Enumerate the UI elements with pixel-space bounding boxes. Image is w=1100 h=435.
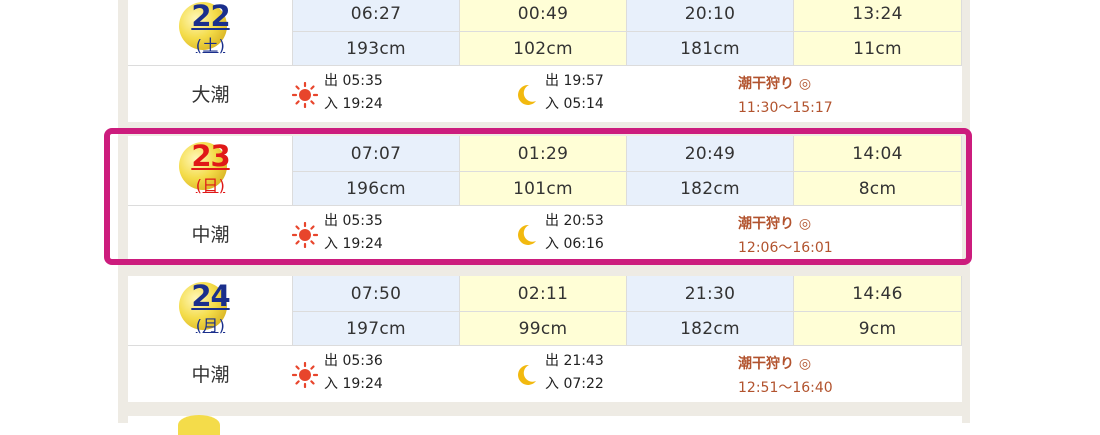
day-of-week: (土) bbox=[195, 36, 226, 55]
high-tide-height: 181cm bbox=[627, 32, 794, 66]
sunset-time: 入 19:24 bbox=[324, 376, 383, 392]
high-tide-time: 06:27 bbox=[293, 0, 460, 32]
day-row-22: 22 (土) 06:27 00:49 20:10 13:24 193cm 102… bbox=[128, 0, 962, 122]
moonset-time: 入 07:22 bbox=[545, 376, 604, 392]
clam-digging-rating: 潮干狩り ◎ bbox=[738, 76, 812, 92]
day-number-link[interactable]: 24 bbox=[128, 279, 293, 313]
low-tide-height: 99cm bbox=[460, 312, 627, 346]
highlight-box bbox=[104, 128, 972, 265]
sunrise-time: 出 05:36 bbox=[324, 353, 383, 369]
date-cell: 24 (月) bbox=[128, 276, 293, 346]
moon-phase-icon bbox=[178, 415, 220, 435]
high-tide-time: 21:30 bbox=[627, 276, 794, 312]
sun-icon bbox=[292, 362, 318, 388]
high-tide-time: 07:50 bbox=[293, 276, 460, 312]
high-tide-height: 197cm bbox=[293, 312, 460, 346]
day-row-next bbox=[128, 416, 962, 423]
moon-icon bbox=[518, 364, 536, 385]
clam-digging-time: 12:51〜16:40 bbox=[738, 380, 833, 396]
sunset-time: 入 19:24 bbox=[324, 96, 383, 112]
sun-icon bbox=[292, 82, 318, 108]
high-tide-time: 20:10 bbox=[627, 0, 794, 32]
low-tide-time: 13:24 bbox=[794, 0, 962, 32]
high-tide-height: 193cm bbox=[293, 32, 460, 66]
moonset-time: 入 05:14 bbox=[545, 96, 604, 112]
low-tide-time: 14:46 bbox=[794, 276, 962, 312]
low-tide-height: 11cm bbox=[794, 32, 962, 66]
moonrise-time: 出 21:43 bbox=[545, 353, 604, 369]
tide-type: 中潮 bbox=[191, 364, 230, 386]
clam-digging-rating: 潮干狩り ◎ bbox=[738, 356, 812, 372]
low-tide-height: 9cm bbox=[794, 312, 962, 346]
day-number-link[interactable]: 22 bbox=[128, 0, 293, 33]
moonrise-time: 出 19:57 bbox=[545, 73, 604, 89]
high-tide-height: 182cm bbox=[627, 312, 794, 346]
tide-type: 大潮 bbox=[191, 84, 230, 106]
day-of-week: (月) bbox=[195, 316, 226, 335]
date-cell: 22 (土) bbox=[128, 0, 293, 66]
low-tide-height: 102cm bbox=[460, 32, 627, 66]
low-tide-time: 00:49 bbox=[460, 0, 627, 32]
moon-icon bbox=[518, 84, 536, 105]
low-tide-time: 02:11 bbox=[460, 276, 627, 312]
sunrise-time: 出 05:35 bbox=[324, 73, 383, 89]
clam-digging-time: 11:30〜15:17 bbox=[738, 100, 833, 116]
day-row-24: 24 (月) 07:50 02:11 21:30 14:46 197cm 99c… bbox=[128, 276, 962, 402]
